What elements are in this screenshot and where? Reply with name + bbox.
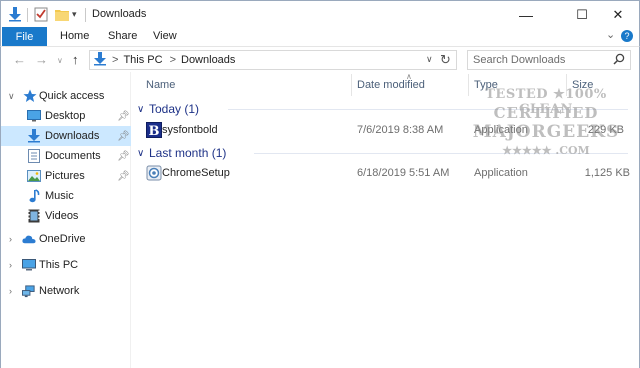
breadcrumb-separator: > (112, 54, 119, 66)
tab-file[interactable]: File (2, 27, 47, 46)
breadcrumb-separator: > (169, 54, 176, 66)
search-input[interactable] (473, 54, 611, 66)
window-title: Downloads (92, 8, 147, 20)
pictures-icon (27, 169, 41, 183)
file-size: 1,125 KB (584, 167, 630, 179)
nav-item-onedrive[interactable]: › OneDrive (1, 229, 131, 249)
file-date: 7/6/2019 8:38 AM (357, 124, 444, 136)
title-bar: ▾ Downloads — ☐ ✕ (0, 0, 640, 27)
nav-item-network[interactable]: › Network (1, 281, 131, 301)
back-arrow-icon[interactable]: ← (13, 52, 26, 67)
chevron-right-icon[interactable]: › (9, 260, 12, 270)
properties-icon[interactable] (34, 7, 48, 25)
nav-item-videos[interactable]: Videos (1, 206, 131, 226)
chevron-down-icon[interactable]: ∨ (137, 148, 144, 159)
file-name: ChromeSetup (162, 167, 230, 179)
file-size: 229 KB (587, 124, 624, 136)
chevron-down-icon[interactable]: ∨ (8, 91, 15, 102)
refresh-icon[interactable]: ↻ (440, 52, 451, 68)
column-header-date-modified[interactable]: Date modified (357, 79, 425, 91)
address-bar-row: ← → ∨ ↑ > This PC > Downloads ∨ ↻ (0, 46, 640, 72)
search-icon[interactable] (613, 53, 625, 68)
pin-icon[interactable]: 📌︎ (117, 111, 130, 122)
desktop-icon (27, 109, 41, 123)
music-icon (27, 189, 41, 203)
customize-toolbar-chevron-icon[interactable]: ▾ (72, 9, 77, 20)
file-name: sysfontbold (162, 124, 218, 136)
search-box[interactable] (467, 50, 631, 70)
documents-icon (27, 149, 41, 163)
column-header-name[interactable]: Name (146, 79, 175, 91)
pin-icon[interactable]: 📌︎ (117, 151, 130, 162)
column-header-type[interactable]: Type (474, 79, 498, 91)
file-date: 6/18/2019 5:51 AM (357, 167, 450, 179)
recent-locations-chevron-icon[interactable]: ∨ (57, 56, 63, 65)
column-header-size[interactable]: Size (572, 79, 593, 91)
address-history-chevron-icon[interactable]: ∨ (426, 54, 433, 65)
nav-item-pictures[interactable]: Pictures 📌︎ (1, 166, 131, 186)
cloud-icon (22, 232, 36, 246)
pin-icon[interactable]: 📌︎ (117, 131, 130, 142)
network-icon (22, 284, 36, 298)
nav-item-desktop[interactable]: Desktop 📌︎ (1, 106, 131, 126)
nav-item-music[interactable]: Music (1, 186, 131, 206)
download-arrow-icon (27, 129, 41, 143)
file-type: Application (474, 167, 528, 179)
close-button[interactable]: ✕ (595, 1, 640, 28)
downloads-folder-icon (8, 6, 22, 25)
help-icon[interactable]: ? (621, 30, 633, 42)
computer-icon (22, 258, 36, 272)
new-folder-icon[interactable] (55, 8, 69, 24)
breadcrumb-downloads[interactable]: Downloads (181, 54, 235, 66)
videos-icon (27, 209, 41, 223)
expand-ribbon-icon[interactable]: ⌄ (606, 28, 615, 41)
nav-item-quick-access[interactable]: ∨ Quick access (1, 86, 131, 106)
file-row[interactable]: B sysfontbold 7/6/2019 8:38 AM Applicati… (132, 120, 632, 140)
ribbon: File Home Share View ⌄ ? (0, 27, 640, 46)
nav-item-downloads[interactable]: Downloads 📌︎ (1, 126, 131, 146)
tab-home[interactable]: Home (60, 30, 89, 42)
tab-share[interactable]: Share (108, 30, 137, 42)
file-type: Application (474, 124, 528, 136)
svg-text:B: B (149, 124, 160, 138)
navigation-pane: ∨ Quick access Desktop 📌︎ Downloads 📌︎ D… (0, 72, 131, 368)
group-header-last-month[interactable]: ∨ Last month (1) (132, 144, 632, 162)
minimize-button[interactable]: — (503, 1, 549, 28)
chevron-right-icon[interactable]: › (9, 234, 12, 244)
nav-item-documents[interactable]: Documents 📌︎ (1, 146, 131, 166)
file-row[interactable]: ChromeSetup 6/18/2019 5:51 AM Applicatio… (132, 163, 632, 183)
address-downloads-icon (94, 51, 106, 69)
nav-item-this-pc[interactable]: › This PC (1, 255, 131, 275)
file-list: ∧ Name Date modified Type Size ∨ Today (… (132, 72, 640, 368)
up-arrow-icon[interactable]: ↑ (72, 52, 79, 67)
pin-icon[interactable]: 📌︎ (117, 171, 130, 182)
star-icon (23, 89, 37, 103)
address-box[interactable]: > This PC > Downloads ∨ ↻ (89, 50, 457, 70)
installer-icon (146, 165, 162, 181)
group-header-today[interactable]: ∨ Today (1) (132, 100, 632, 118)
chevron-right-icon[interactable]: › (9, 286, 12, 296)
tab-view[interactable]: View (153, 30, 177, 42)
forward-arrow-icon[interactable]: → (35, 52, 48, 67)
chevron-down-icon[interactable]: ∨ (137, 104, 144, 115)
breadcrumb-this-pc[interactable]: This PC (123, 54, 162, 66)
app-b-icon: B (146, 122, 162, 139)
